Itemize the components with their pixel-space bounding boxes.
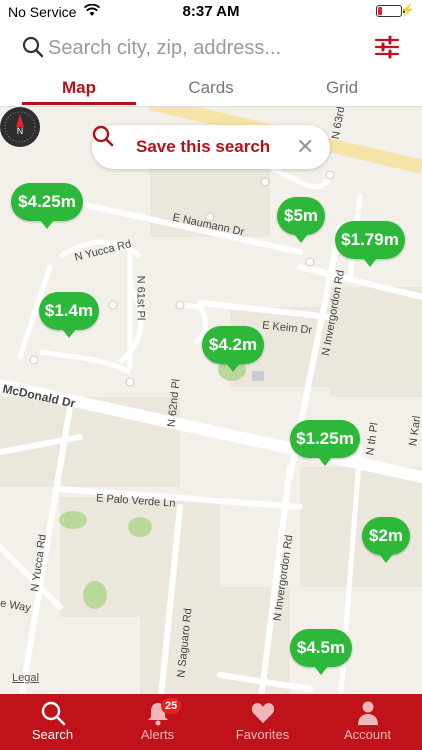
search-icon xyxy=(22,36,44,58)
save-search-label: Save this search xyxy=(136,137,271,156)
svg-text:N: N xyxy=(17,126,24,136)
bottom-nav: Search 25 Alerts Favorites Account xyxy=(0,694,422,750)
alerts-badge: 25 xyxy=(161,698,182,714)
price-pin[interactable]: $4.25m xyxy=(11,183,83,229)
price-pin[interactable]: $1.4m xyxy=(39,292,99,338)
nav-account-label: Account xyxy=(344,727,391,742)
compass-icon[interactable]: N xyxy=(0,107,40,147)
nav-alerts-label: Alerts xyxy=(140,727,175,742)
map-view[interactable]: E Naumann Dr N Yucca Rd N 61st Pl E Keim… xyxy=(0,107,422,694)
search-icon xyxy=(92,125,114,147)
tab-map[interactable]: Map xyxy=(24,78,134,98)
battery-icon xyxy=(376,5,405,17)
close-icon[interactable]: ✕ xyxy=(296,134,314,160)
filter-icon[interactable] xyxy=(374,34,400,60)
nav-alerts[interactable]: 25 Alerts xyxy=(105,694,210,750)
nav-account[interactable]: Account xyxy=(315,694,420,750)
person-icon xyxy=(358,701,378,725)
tab-cards[interactable]: Cards xyxy=(156,78,266,98)
clock: 8:37 AM xyxy=(182,3,240,20)
nav-search[interactable]: Search xyxy=(0,694,105,750)
tab-grid[interactable]: Grid xyxy=(287,78,397,98)
save-search-button[interactable]: Save this search ✕ xyxy=(92,125,330,169)
search-bar xyxy=(0,24,422,72)
heart-icon xyxy=(251,703,275,723)
nav-favorites[interactable]: Favorites xyxy=(210,694,315,750)
status-bar: No Service 8:37 AM ⚡ xyxy=(0,0,422,24)
active-tab-indicator xyxy=(22,102,136,105)
price-pin[interactable]: $4.5m xyxy=(290,629,352,675)
street-label: N 61st Pl xyxy=(134,275,147,321)
charging-icon: ⚡ xyxy=(400,3,415,17)
price-pin[interactable]: $5m xyxy=(277,197,325,243)
price-pin[interactable]: $2m xyxy=(362,517,410,563)
nav-search-label: Search xyxy=(31,727,74,742)
price-pin[interactable]: $1.79m xyxy=(335,221,405,267)
search-input[interactable] xyxy=(48,34,348,62)
price-pin[interactable]: $1.25m xyxy=(290,420,360,466)
legal-link[interactable]: Legal xyxy=(12,672,39,684)
nav-favorites-label: Favorites xyxy=(235,727,290,742)
search-icon xyxy=(41,701,66,726)
view-tabs: Map Cards Grid xyxy=(0,72,422,107)
price-pin[interactable]: $4.2m xyxy=(202,326,264,372)
